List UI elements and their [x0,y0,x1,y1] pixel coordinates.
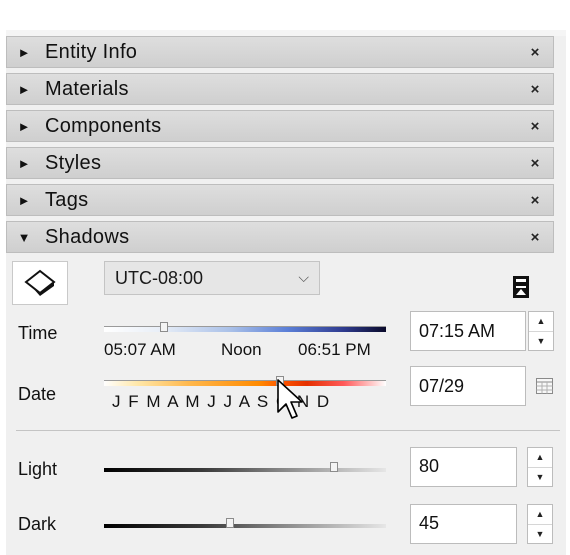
date-slider[interactable] [104,380,386,386]
timezone-value: UTC-08:00 [115,267,204,288]
spin-down-icon[interactable]: ▼ [529,332,553,351]
divider [16,430,560,431]
mouse-pointer [277,379,303,419]
dark-input[interactable]: 45 [410,504,517,544]
close-icon[interactable]: × [525,153,545,173]
time-slider-thumb[interactable] [160,322,168,332]
dock-icon[interactable] [512,275,530,299]
spin-down-icon[interactable]: ▼ [528,468,552,487]
panel-tags[interactable]: ► Tags × [6,184,554,216]
time-spinner[interactable]: ▲ ▼ [528,311,554,351]
light-slider[interactable] [104,468,386,472]
panel-title: Shadows [45,225,130,248]
panel-title: Materials [45,77,129,100]
date-label: Date [18,384,57,404]
date-input[interactable]: 07/29 [410,366,526,406]
spin-up-icon[interactable]: ▲ [528,448,552,468]
expand-triangle-icon: ► [17,44,31,60]
time-label: Time [18,323,58,343]
panel-materials[interactable]: ► Materials × [6,73,554,105]
dark-label: Dark [18,514,57,534]
time-tick-end: 06:51 PM [298,340,371,359]
light-label: Light [18,459,58,479]
chevron-down-icon: ⌵ [298,269,309,285]
time-tick-start: 05:07 AM [104,340,176,359]
shadow-toggle-icon [24,269,56,296]
spin-up-icon[interactable]: ▲ [528,505,552,525]
close-icon[interactable]: × [525,227,545,247]
panel-components[interactable]: ► Components × [6,110,554,142]
expand-triangle-icon: ► [17,192,31,208]
spin-down-icon[interactable]: ▼ [528,525,552,544]
time-input[interactable]: 07:15 AM [410,311,526,351]
panel-title: Styles [45,151,102,174]
panel-entity-info[interactable]: ► Entity Info × [6,36,554,68]
panel-title: Tags [45,188,89,211]
close-icon[interactable]: × [525,79,545,99]
dark-spinner[interactable]: ▲ ▼ [527,504,553,544]
time-tick-noon: Noon [221,340,262,359]
light-slider-thumb[interactable] [330,462,338,472]
expand-triangle-icon: ► [17,155,31,171]
panel-shadows[interactable]: ▼ Shadows × [6,221,554,253]
collapse-triangle-icon: ▼ [17,229,31,245]
close-icon[interactable]: × [525,42,545,62]
calendar-icon[interactable] [536,378,554,395]
time-slider[interactable] [104,326,386,332]
light-spinner[interactable]: ▲ ▼ [527,447,553,487]
spin-up-icon[interactable]: ▲ [529,312,553,332]
dark-slider[interactable] [104,524,386,528]
expand-triangle-icon: ► [17,81,31,97]
close-icon[interactable]: × [525,190,545,210]
dark-slider-thumb[interactable] [226,518,234,528]
timezone-select[interactable]: UTC-08:00 ⌵ [104,261,320,295]
close-icon[interactable]: × [525,116,545,136]
shadow-toggle-button[interactable] [12,261,68,305]
panel-title: Entity Info [45,40,138,63]
expand-triangle-icon: ► [17,118,31,134]
light-input[interactable]: 80 [410,447,517,487]
panel-styles[interactable]: ► Styles × [6,147,554,179]
panel-title: Components [45,114,162,137]
